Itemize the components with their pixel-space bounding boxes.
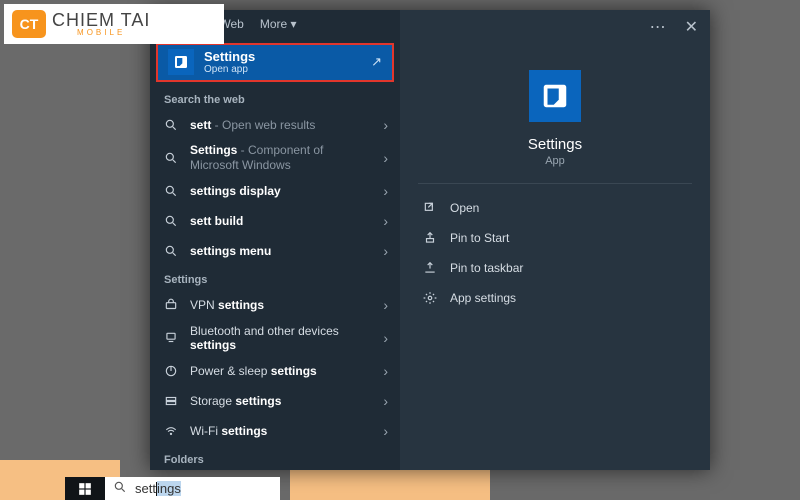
- tab-more[interactable]: More ▾: [258, 13, 299, 35]
- open-external-icon[interactable]: ↗: [371, 54, 382, 70]
- detail-title: Settings: [528, 136, 582, 153]
- chevron-right-icon: ›: [383, 363, 388, 379]
- search-input[interactable]: settings: [135, 481, 181, 496]
- storage-icon: [162, 392, 180, 410]
- start-button[interactable]: [65, 477, 105, 500]
- web-result[interactable]: sett build ›: [150, 206, 400, 236]
- chevron-right-icon: ›: [383, 117, 388, 133]
- result-bold: settings: [271, 364, 317, 378]
- result-label: Bluetooth and other devices: [190, 324, 339, 338]
- result-suffix: - Open web results: [211, 118, 315, 132]
- result-term: settings menu: [190, 244, 271, 258]
- result-term: sett: [190, 118, 211, 132]
- pin-taskbar-icon: [422, 260, 438, 276]
- search-results-panel: cuments Web More ▾ Settings Open app ↗ S…: [150, 10, 710, 470]
- bluetooth-icon: [162, 329, 180, 347]
- web-result[interactable]: settings menu ›: [150, 236, 400, 266]
- search-typed: sett: [135, 481, 156, 496]
- result-label: Wi-Fi: [190, 424, 221, 438]
- best-match-result[interactable]: Settings Open app ↗: [156, 43, 394, 82]
- result-bold: settings: [190, 338, 236, 352]
- section-header-folders: Folders: [150, 446, 400, 470]
- chevron-down-icon: ▾: [291, 17, 297, 31]
- detail-column: ⋯ ✕ Settings App Open Pin to Start Pin t…: [400, 10, 710, 470]
- web-result[interactable]: settings display ›: [150, 176, 400, 206]
- section-header-settings: Settings: [150, 266, 400, 290]
- result-bold: settings: [221, 424, 267, 438]
- chevron-right-icon: ›: [383, 330, 388, 346]
- result-term: settings display: [190, 184, 281, 198]
- taskbar-search[interactable]: settings: [105, 477, 280, 500]
- result-bold: settings: [235, 394, 281, 408]
- open-icon: [422, 200, 438, 216]
- logo-sub: MOBILE: [52, 29, 150, 37]
- search-icon: [162, 149, 180, 167]
- search-icon: [162, 116, 180, 134]
- best-match-subtitle: Open app: [204, 64, 361, 75]
- search-icon: [113, 480, 127, 497]
- chevron-right-icon: ›: [383, 213, 388, 229]
- section-header-web: Search the web: [150, 86, 400, 110]
- settings-result[interactable]: Bluetooth and other devices settings ›: [150, 320, 400, 356]
- settings-result[interactable]: Power & sleep settings ›: [150, 356, 400, 386]
- search-autocomplete: ings: [157, 481, 181, 496]
- action-pin-start[interactable]: Pin to Start: [418, 224, 692, 252]
- result-bold: settings: [218, 298, 264, 312]
- action-pin-taskbar[interactable]: Pin to taskbar: [418, 254, 692, 282]
- detail-subtitle: App: [545, 155, 565, 167]
- settings-app-icon: [168, 49, 194, 75]
- wifi-icon: [162, 422, 180, 440]
- action-label: App settings: [450, 291, 516, 305]
- chevron-right-icon: ›: [383, 150, 388, 166]
- search-icon: [162, 182, 180, 200]
- action-label: Pin to taskbar: [450, 261, 523, 275]
- chevron-right-icon: ›: [383, 243, 388, 259]
- action-label: Open: [450, 201, 479, 215]
- results-column: cuments Web More ▾ Settings Open app ↗ S…: [150, 10, 400, 470]
- power-icon: [162, 362, 180, 380]
- more-options-icon[interactable]: ⋯: [650, 17, 667, 37]
- chevron-right-icon: ›: [383, 393, 388, 409]
- chevron-right-icon: ›: [383, 297, 388, 313]
- tab-more-label: More: [260, 17, 287, 31]
- web-result[interactable]: sett - Open web results ›: [150, 110, 400, 140]
- chevron-right-icon: ›: [383, 423, 388, 439]
- logo-main: CHIEM TAI: [52, 11, 150, 29]
- settings-result[interactable]: Wi-Fi settings ›: [150, 416, 400, 446]
- chevron-right-icon: ›: [383, 183, 388, 199]
- search-icon: [162, 242, 180, 260]
- result-label: Power & sleep: [190, 364, 271, 378]
- detail-header: Settings App: [418, 44, 692, 184]
- action-open[interactable]: Open: [418, 194, 692, 222]
- settings-result[interactable]: Storage settings ›: [150, 386, 400, 416]
- action-app-settings[interactable]: App settings: [418, 284, 692, 312]
- best-match-title: Settings: [204, 49, 361, 64]
- close-icon[interactable]: ✕: [679, 17, 704, 37]
- gear-icon: [422, 290, 438, 306]
- vpn-icon: [162, 296, 180, 314]
- result-term: Settings: [190, 143, 237, 157]
- settings-result[interactable]: VPN settings ›: [150, 290, 400, 320]
- action-label: Pin to Start: [450, 231, 509, 245]
- logo-badge: CT: [12, 10, 46, 38]
- web-result[interactable]: Settings - Component of Microsoft Window…: [150, 140, 400, 176]
- pin-icon: [422, 230, 438, 246]
- result-label: VPN: [190, 298, 218, 312]
- brand-logo: CT CHIEM TAI MOBILE: [4, 4, 224, 44]
- result-label: Storage: [190, 394, 235, 408]
- search-icon: [162, 212, 180, 230]
- settings-app-icon-large: [529, 70, 581, 122]
- taskbar: settings: [0, 477, 800, 500]
- result-term: sett build: [190, 214, 243, 228]
- action-list: Open Pin to Start Pin to taskbar App set…: [400, 184, 710, 322]
